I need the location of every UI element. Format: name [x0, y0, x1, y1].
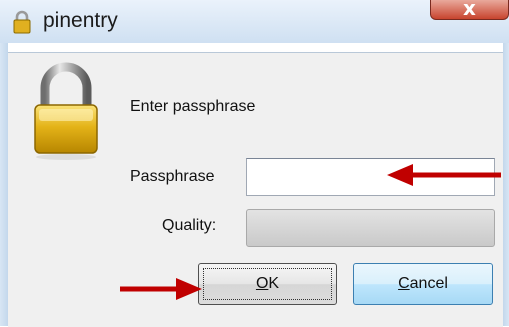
cancel-button[interactable]: Cancel [353, 263, 493, 305]
ok-button[interactable]: OK [198, 263, 337, 305]
padlock-icon [34, 62, 98, 160]
window-frame-left [0, 43, 8, 326]
cancel-accelerator: C [398, 275, 410, 292]
close-icon: x [463, 0, 476, 20]
prompt-text: Enter passphrase [130, 98, 256, 115]
arrow-to-ok-button [120, 278, 202, 300]
close-button[interactable]: x [430, 0, 509, 20]
quality-bar [246, 209, 495, 247]
ok-label: K [268, 275, 280, 292]
cancel-label: ancel [409, 275, 448, 292]
arrow-to-passphrase-field [387, 164, 501, 186]
passphrase-label: Passphrase [130, 168, 215, 185]
title-bar: pinentry x [0, 0, 509, 43]
window-title: pinentry [43, 9, 118, 32]
quality-label: Quality: [162, 217, 217, 234]
lock-icon [13, 10, 31, 34]
ok-accelerator: O [255, 275, 269, 292]
